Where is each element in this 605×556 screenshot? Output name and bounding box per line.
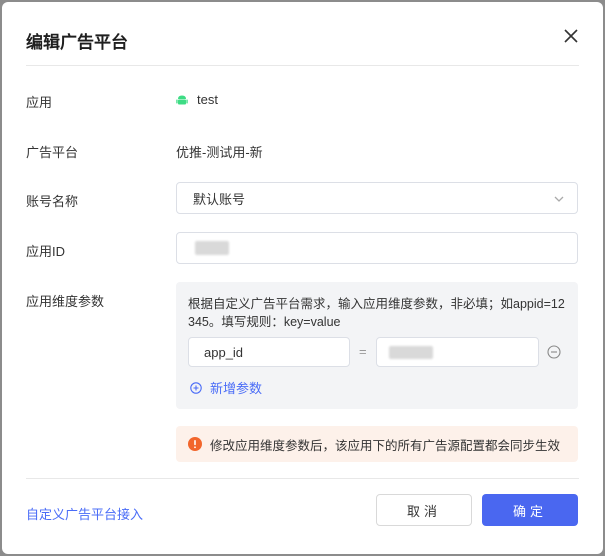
warning-notice: 修改应用维度参数后，该应用下的所有广告源配置都会同步生效 xyxy=(176,426,578,462)
account-label: 账号名称 xyxy=(26,194,79,209)
chevron-down-icon xyxy=(554,196,564,202)
appid-input[interactable] xyxy=(176,232,578,264)
cancel-button[interactable]: 取消 xyxy=(376,494,472,526)
dialog-title: 编辑广告平台 xyxy=(26,33,128,52)
platform-value: 优推-测试用-新 xyxy=(176,145,263,160)
param-key-value: app_id xyxy=(204,344,244,360)
account-select[interactable]: 默认账号 xyxy=(176,182,578,214)
confirm-button[interactable]: 确定 xyxy=(482,494,578,526)
dimension-label: 应用维度参数 xyxy=(26,294,105,309)
param-key-input[interactable]: app_id xyxy=(188,337,350,367)
platform-label: 广告平台 xyxy=(26,145,79,160)
appid-label: 应用ID xyxy=(26,244,66,259)
app-value: test xyxy=(176,92,218,107)
add-circle-icon xyxy=(190,381,202,394)
footer-divider xyxy=(26,478,579,479)
warning-text: 修改应用维度参数后，该应用下的所有广告源配置都会同步生效 xyxy=(210,438,561,453)
custom-platform-link[interactable]: 自定义广告平台接入 xyxy=(26,504,143,523)
account-selected-value: 默认账号 xyxy=(193,191,246,207)
redacted-value xyxy=(195,241,229,255)
close-icon[interactable] xyxy=(561,26,581,46)
header-divider xyxy=(26,65,579,66)
app-label: 应用 xyxy=(26,95,53,110)
app-name: test xyxy=(197,92,218,107)
remove-param-icon[interactable] xyxy=(547,345,561,359)
warning-icon xyxy=(188,437,202,451)
edit-ad-platform-dialog: 编辑广告平台 应用 test 广告平台 优推-测试用-新 账号名称 默认账号 应… xyxy=(2,2,603,554)
dimension-params-panel: 根据自定义广告平台需求，输入应用维度参数，非必填；如appid=12345。填写… xyxy=(176,282,578,409)
add-param-button[interactable]: 新增参数 xyxy=(190,378,262,397)
equals-sign: = xyxy=(359,344,367,359)
dimension-hint: 根据自定义广告平台需求，输入应用维度参数，非必填；如appid=12345。填写… xyxy=(188,297,565,329)
param-value-input[interactable] xyxy=(376,337,539,367)
redacted-value xyxy=(389,346,433,359)
add-param-label: 新增参数 xyxy=(210,381,263,396)
android-icon xyxy=(176,95,188,104)
